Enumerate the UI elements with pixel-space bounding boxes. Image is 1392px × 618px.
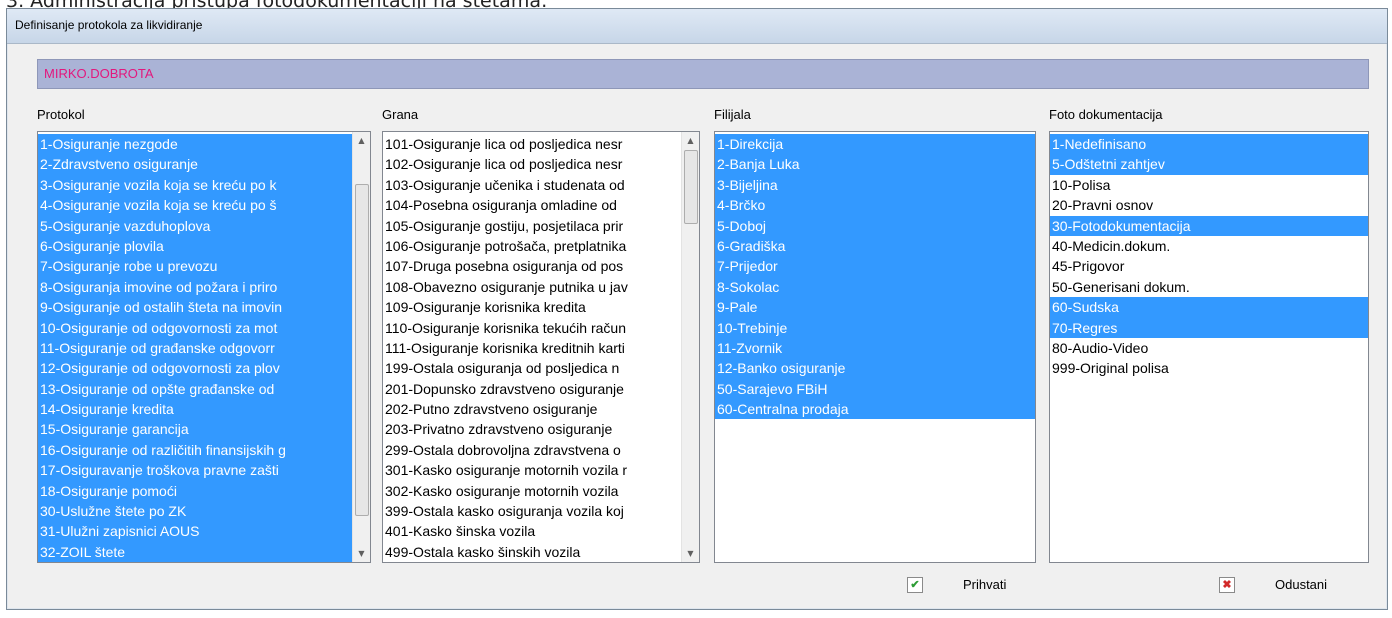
scroll-thumb[interactable] xyxy=(355,184,369,516)
scroll-thumb[interactable] xyxy=(684,150,698,224)
window-title: Definisanje protokola za likvidiranje xyxy=(15,18,203,32)
grana-list-item[interactable]: 108-Obavezno osiguranje putnika u jav xyxy=(383,277,681,297)
protokol-list-item[interactable]: 7-Osiguranje robe u prevozu xyxy=(38,256,352,277)
protokol-list-item[interactable]: 5-Osiguranje vazduhoplova xyxy=(38,215,352,236)
filijala-list-item[interactable]: 7-Prijedor xyxy=(715,256,1035,277)
grana-list-item[interactable]: 110-Osiguranje korisnika tekućih račun xyxy=(383,318,681,338)
foto-list-item[interactable]: 60-Sudska xyxy=(1050,297,1368,318)
protokol-list-item[interactable]: 31-Ulužni zapisnici AOUS xyxy=(38,521,352,542)
accept-button[interactable]: ✔ Prihvati xyxy=(907,571,1027,599)
grana-list-item[interactable]: 103-Osiguranje učenika i studenata od xyxy=(383,175,681,195)
grana-items: 101-Osiguranje lica od posljedica nesr 10… xyxy=(383,134,681,562)
foto-list-item[interactable]: 999-Original polisa xyxy=(1050,358,1368,378)
protokol-list-item[interactable]: 14-Osiguranje kredita xyxy=(38,399,352,420)
protokol-list-item[interactable]: 8-Osiguranja imovine od požara i priro xyxy=(38,276,352,298)
protokol-items: 1-Osiguranje nezgode 2-Zdravstveno osigur… xyxy=(38,134,352,562)
accept-label: Prihvati xyxy=(963,577,1007,592)
protokol-list-item[interactable]: 32-ZOIL štete xyxy=(38,541,352,562)
protokol-list-item[interactable]: 4-Osiguranje vozila koja se kreću po š xyxy=(38,195,352,216)
cancel-label: Odustani xyxy=(1275,577,1328,592)
foto-list-item[interactable]: 30-Fotodokumentacija xyxy=(1050,215,1368,236)
protokol-label: Protokol xyxy=(37,107,85,122)
check-icon: ✔ xyxy=(907,577,923,593)
grana-list-item[interactable]: 102-Osiguranje lica od posljedica nesr xyxy=(383,154,681,174)
foto-label: Foto dokumentacija xyxy=(1049,107,1163,122)
foto-list[interactable]: 1-Nedefinisano 5-Odštetni zahtjev 10-Polis… xyxy=(1049,131,1369,563)
user-bar: MIRKO.DOBROTA xyxy=(37,59,1369,89)
grana-list-item[interactable]: 299-Ostala dobrovoljna zdravstvena o xyxy=(383,440,681,460)
foto-items: 1-Nedefinisano 5-Odštetni zahtjev 10-Polis… xyxy=(1050,134,1368,379)
filijala-list-item[interactable]: 50-Sarajevo FBiH xyxy=(715,378,1035,400)
protokol-list[interactable]: 1-Osiguranje nezgode 2-Zdravstveno osigur… xyxy=(37,131,371,563)
foto-list-item[interactable]: 10-Polisa xyxy=(1050,175,1368,195)
grana-list-item[interactable]: 499-Ostala kasko šinskih vozila xyxy=(383,542,681,562)
grana-list-item[interactable]: 101-Osiguranje lica od posljedica nesr xyxy=(383,134,681,154)
user-name: MIRKO.DOBROTA xyxy=(44,66,154,81)
grana-list-item[interactable]: 399-Ostala kasko osiguranja vozila koj xyxy=(383,501,681,521)
close-icon: ✖ xyxy=(1219,577,1235,593)
scroll-up-arrow-icon[interactable]: ▲ xyxy=(353,132,370,149)
foto-list-item[interactable]: 50-Generisani dokum. xyxy=(1050,277,1368,297)
grana-list-item[interactable]: 202-Putno zdravstveno osiguranje xyxy=(383,399,681,419)
protokol-list-item[interactable]: 10-Osiguranje od odgovornosti za mot xyxy=(38,317,352,338)
protokol-list-item[interactable]: 30-Uslužne štete po ZK xyxy=(38,501,352,522)
grana-list-item[interactable]: 199-Ostala osiguranja od posljedica n xyxy=(383,358,681,378)
foto-list-item[interactable]: 5-Odštetni zahtjev xyxy=(1050,154,1368,175)
protokol-scrollbar[interactable]: ▲ ▼ xyxy=(352,132,370,562)
foto-list-item[interactable]: 1-Nedefinisano xyxy=(1050,134,1368,155)
cancel-button[interactable]: ✖ Odustani xyxy=(1219,571,1349,599)
protokol-list-item[interactable]: 13-Osiguranje od opšte građanske od xyxy=(38,378,352,400)
filijala-label: Filijala xyxy=(714,107,751,122)
scroll-down-arrow-icon[interactable]: ▼ xyxy=(682,545,699,562)
filijala-list-item[interactable]: 2-Banja Luka xyxy=(715,154,1035,175)
filijala-list-item[interactable]: 1-Direkcija xyxy=(715,134,1035,155)
foto-list-item[interactable]: 70-Regres xyxy=(1050,317,1368,338)
grana-list-item[interactable]: 109-Osiguranje korisnika kredita xyxy=(383,297,681,317)
grana-list-item[interactable]: 111-Osiguranje korisnika kreditnih karti xyxy=(383,338,681,358)
protokol-list-item[interactable]: 11-Osiguranje od građanske odgovorr xyxy=(38,337,352,359)
filijala-list-item[interactable]: 9-Pale xyxy=(715,297,1035,318)
grana-list-item[interactable]: 104-Posebna osiguranja omladine od xyxy=(383,195,681,215)
grana-scrollbar[interactable]: ▲ ▼ xyxy=(681,132,699,562)
protokol-list-item[interactable]: 1-Osiguranje nezgode xyxy=(38,134,352,155)
foto-list-item[interactable]: 45-Prigovor xyxy=(1050,256,1368,276)
grana-list-item[interactable]: 401-Kasko šinska vozila xyxy=(383,521,681,541)
grana-list-item[interactable]: 201-Dopunsko zdravstveno osiguranje xyxy=(383,379,681,399)
grana-list-item[interactable]: 105-Osiguranje gostiju, posjetilaca prir xyxy=(383,216,681,236)
filijala-list-item[interactable]: 3-Bijeljina xyxy=(715,174,1035,196)
filijala-list-item[interactable]: 8-Sokolac xyxy=(715,276,1035,298)
protokol-list-item[interactable]: 9-Osiguranje od ostalih šteta na imovin xyxy=(38,297,352,318)
grana-list-item[interactable]: 302-Kasko osiguranje motornih vozila xyxy=(383,481,681,501)
filijala-list-item[interactable]: 12-Banko osiguranje xyxy=(715,358,1035,379)
protokol-list-item[interactable]: 2-Zdravstveno osiguranje xyxy=(38,154,352,175)
protokol-list-item[interactable]: 16-Osiguranje od različitih finansijskih… xyxy=(38,439,352,461)
protokol-list-item[interactable]: 12-Osiguranje od odgovornosti za plov xyxy=(38,358,352,379)
protokol-list-item[interactable]: 15-Osiguranje garancija xyxy=(38,419,352,440)
filijala-list-item[interactable]: 6-Gradiška xyxy=(715,235,1035,257)
scroll-down-arrow-icon[interactable]: ▼ xyxy=(353,545,370,562)
protokol-list-item[interactable]: 17-Osiguravanje troškova pravne zašti xyxy=(38,460,352,481)
protocol-dialog: Definisanje protokola za likvidiranje MI… xyxy=(6,8,1388,610)
protokol-list-item[interactable]: 3-Osiguranje vozila koja se kreću po k xyxy=(38,174,352,196)
grana-list-item[interactable]: 301-Kasko osiguranje motornih vozila r xyxy=(383,460,681,480)
protokol-list-item[interactable]: 6-Osiguranje plovila xyxy=(38,235,352,257)
filijala-list-item[interactable]: 5-Doboj xyxy=(715,215,1035,236)
protokol-list-item[interactable]: 18-Osiguranje pomoći xyxy=(38,480,352,502)
filijala-items: 1-Direkcija 2-Banja Luka 3-Bijeljina 4-Brčk… xyxy=(715,134,1035,420)
grana-list-item[interactable]: 203-Privatno zdravstveno osiguranje xyxy=(383,419,681,439)
filijala-list[interactable]: 1-Direkcija 2-Banja Luka 3-Bijeljina 4-Brčk… xyxy=(714,131,1036,563)
filijala-list-item[interactable]: 10-Trebinje xyxy=(715,317,1035,338)
grana-list[interactable]: 101-Osiguranje lica od posljedica nesr 10… xyxy=(382,131,700,563)
title-bar: Definisanje protokola za likvidiranje xyxy=(7,9,1387,44)
grana-list-item[interactable]: 107-Druga posebna osiguranja od pos xyxy=(383,256,681,276)
foto-list-item[interactable]: 40-Medicin.dokum. xyxy=(1050,236,1368,256)
scroll-up-arrow-icon[interactable]: ▲ xyxy=(682,132,699,149)
grana-label: Grana xyxy=(382,107,419,122)
filijala-list-item[interactable]: 11-Zvornik xyxy=(715,337,1035,359)
foto-list-item[interactable]: 80-Audio-Video xyxy=(1050,338,1368,358)
foto-list-item[interactable]: 20-Pravni osnov xyxy=(1050,195,1368,215)
filijala-list-item[interactable]: 4-Brčko xyxy=(715,195,1035,216)
grana-list-item[interactable]: 106-Osiguranje potrošača, pretplatnika xyxy=(383,236,681,256)
filijala-list-item[interactable]: 60-Centralna prodaja xyxy=(715,399,1035,420)
